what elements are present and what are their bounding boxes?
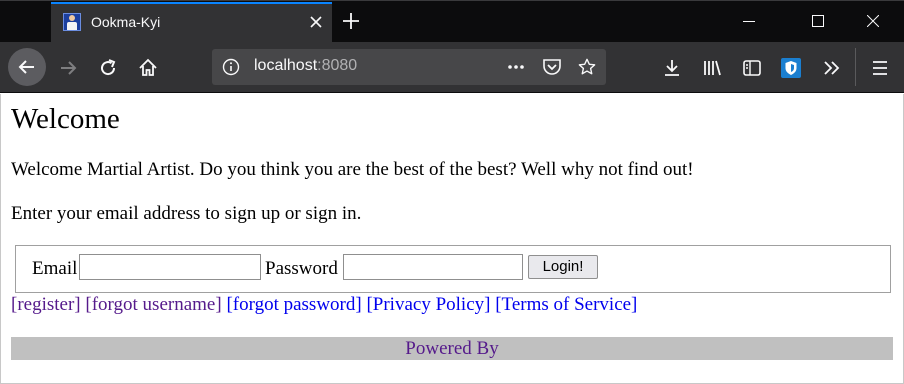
minimize-icon[interactable] [726, 0, 772, 42]
home-button[interactable] [130, 50, 164, 84]
sidebar-icon[interactable] [734, 50, 768, 84]
downloads-icon[interactable] [654, 50, 688, 84]
browser-tab[interactable]: Ookma-Kyi [51, 2, 332, 42]
hamburger-menu-icon[interactable] [862, 50, 896, 84]
url-port: :8080 [317, 57, 358, 74]
new-tab-icon[interactable] [340, 10, 362, 32]
login-form: Email Password Login! [15, 245, 891, 293]
forgot-password-link[interactable]: [forgot password] [226, 294, 361, 315]
url-host: localhost [254, 57, 318, 74]
page-title: Welcome [11, 103, 120, 135]
nav-toolbar: localhost:8080 [0, 42, 904, 93]
password-label: Password [265, 258, 338, 279]
pocket-icon[interactable] [542, 58, 562, 76]
maximize-icon[interactable] [795, 0, 841, 42]
page-actions-icon[interactable] [506, 58, 526, 76]
forward-button[interactable] [50, 50, 84, 84]
intro-text: Welcome Martial Artist. Do you think you… [11, 159, 694, 180]
terms-of-service-link[interactable]: [Terms of Service] [495, 294, 637, 315]
overflow-chevron-icon[interactable] [814, 50, 848, 84]
forgot-username-link[interactable]: [forgot username] [85, 294, 221, 315]
footer-links: [register] [forgot username] [forgot pas… [11, 294, 637, 316]
library-icon[interactable] [694, 50, 728, 84]
shield-extension-icon[interactable] [781, 58, 801, 78]
password-field[interactable] [343, 254, 523, 280]
address-bar[interactable]: localhost:8080 [212, 49, 606, 85]
close-window-icon[interactable] [850, 0, 896, 42]
tab-title: Ookma-Kyi [91, 14, 161, 30]
url-text[interactable]: localhost:8080 [254, 57, 357, 75]
page-content: Welcome Welcome Martial Artist. Do you t… [0, 94, 904, 384]
tab-strip: Ookma-Kyi [0, 0, 904, 42]
bookmark-star-icon[interactable] [577, 58, 597, 76]
close-tab-icon[interactable] [308, 14, 324, 30]
privacy-policy-link[interactable]: [Privacy Policy] [366, 294, 490, 315]
site-info-icon[interactable] [222, 58, 240, 76]
email-field[interactable] [79, 254, 261, 280]
reload-button[interactable] [90, 50, 124, 84]
back-button[interactable] [8, 48, 46, 86]
toolbar-separator [855, 48, 856, 86]
register-link[interactable]: [register] [11, 294, 81, 315]
powered-by-footer: Powered By [11, 337, 893, 360]
site-favicon-icon [63, 13, 81, 31]
instructions-text: Enter your email address to sign up or s… [11, 203, 362, 224]
login-button[interactable]: Login! [528, 255, 598, 279]
email-label: Email [32, 258, 78, 279]
